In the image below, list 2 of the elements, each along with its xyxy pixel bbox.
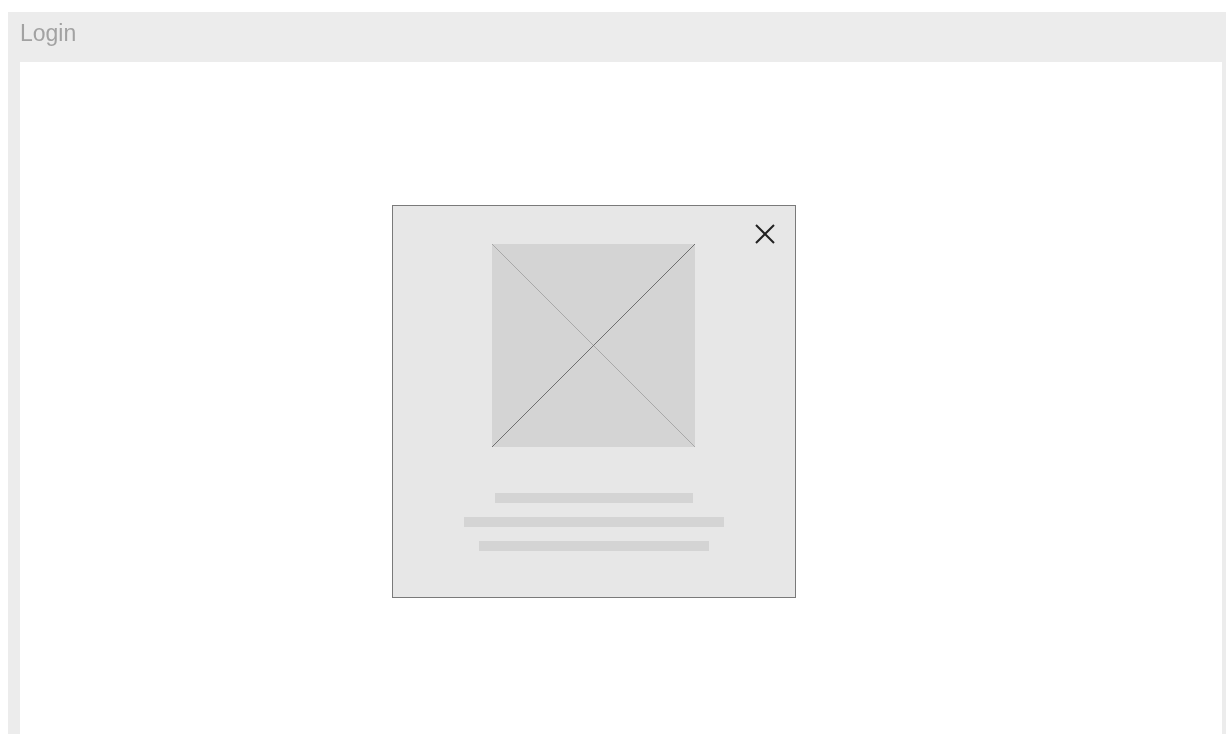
window-title: Login <box>20 19 77 47</box>
close-icon[interactable] <box>754 223 776 245</box>
